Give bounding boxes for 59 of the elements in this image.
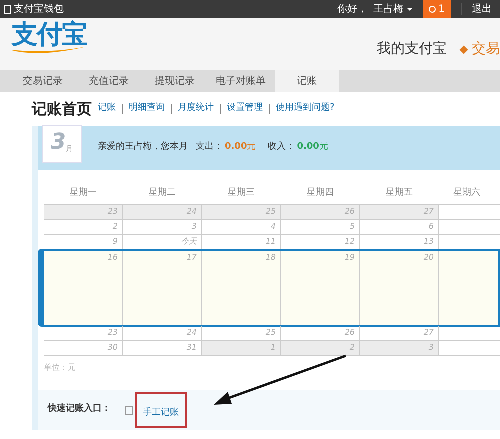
expense-amount: 0.00元 bbox=[225, 141, 256, 154]
nav-link[interactable]: 我的支付宝 bbox=[377, 39, 447, 60]
day-cell[interactable]: 18 bbox=[202, 251, 281, 325]
tab[interactable]: 记账 bbox=[275, 70, 339, 92]
day-cell[interactable]: 6 bbox=[360, 220, 439, 234]
weekday-header: 星期三 bbox=[227, 187, 256, 200]
day-cell[interactable]: 26 bbox=[281, 205, 360, 219]
day-cell[interactable]: 1 bbox=[202, 341, 281, 355]
day-cell[interactable]: 2 bbox=[281, 341, 360, 355]
tab[interactable]: 充值记录 bbox=[77, 70, 141, 92]
manual-entry-link[interactable]: 手工记账 bbox=[143, 408, 179, 418]
day-cell[interactable]: 23 bbox=[44, 205, 123, 219]
page-link[interactable]: 月度统计 bbox=[178, 102, 214, 116]
day-cell[interactable]: 3 bbox=[123, 220, 202, 234]
weekday-header: 星期六 bbox=[452, 187, 482, 200]
day-cell[interactable]: 2 bbox=[44, 220, 123, 234]
day-cell[interactable]: 4 bbox=[202, 220, 281, 234]
day-cell[interactable]: 5 bbox=[281, 220, 360, 234]
app-link[interactable]: 支付宝钱包 bbox=[4, 2, 64, 16]
logout-link[interactable]: 退出 bbox=[472, 2, 492, 16]
unit-note: 单位：元 bbox=[44, 362, 77, 374]
weekday-header: 星期四 bbox=[306, 187, 335, 200]
day-cell[interactable]: 24 bbox=[123, 205, 202, 219]
day-cell[interactable]: 19 bbox=[281, 251, 360, 325]
day-cell[interactable]: 25 bbox=[202, 205, 281, 219]
day-cell[interactable]: 20 bbox=[360, 251, 439, 325]
day-cell[interactable]: 23 bbox=[44, 326, 123, 340]
day-cell[interactable]: 30 bbox=[44, 341, 123, 355]
phone-icon bbox=[4, 4, 11, 14]
day-cell[interactable]: 3 bbox=[360, 341, 439, 355]
quick-entry-label: 快速记账入口： bbox=[48, 403, 111, 416]
expense-label: 支出： bbox=[196, 141, 223, 154]
page-link[interactable]: 使用遇到问题? bbox=[276, 102, 335, 116]
user-menu[interactable]: 王占梅 bbox=[374, 2, 413, 16]
day-cell[interactable]: 27 bbox=[360, 205, 439, 219]
day-cell[interactable]: 24 bbox=[123, 326, 202, 340]
tab[interactable]: 提现记录 bbox=[143, 70, 207, 92]
day-cell[interactable]: 27 bbox=[360, 326, 439, 340]
tab[interactable]: 交易记录 bbox=[11, 70, 75, 92]
day-cell[interactable]: 16 bbox=[44, 251, 123, 325]
caret-icon bbox=[406, 8, 413, 10]
page-link[interactable]: 设置管理 bbox=[227, 102, 263, 116]
tab[interactable]: 电子对账单 bbox=[209, 70, 273, 92]
greeting-text: 亲爱的王占梅，您本月 bbox=[98, 141, 188, 154]
day-cell[interactable]: 17 bbox=[123, 251, 202, 325]
weekday-header: 星期一 bbox=[69, 187, 98, 200]
page-title: 记账首页 bbox=[32, 98, 92, 120]
weekday-header: 星期五 bbox=[385, 187, 414, 200]
logo: 支付宝 bbox=[8, 20, 88, 60]
income-label: 收入： bbox=[268, 141, 296, 154]
weekday-header: 星期二 bbox=[148, 187, 177, 200]
day-cell[interactable]: 26 bbox=[281, 326, 360, 340]
income-amount: 0.00元 bbox=[297, 141, 328, 154]
notification-button[interactable]: 1 bbox=[422, 0, 451, 18]
nav-link[interactable]: 交易 bbox=[461, 39, 500, 60]
greeting-text: 你好， bbox=[338, 2, 368, 16]
page-link[interactable]: 记账 bbox=[98, 102, 116, 116]
day-cell[interactable]: 25 bbox=[202, 326, 281, 340]
page-link[interactable]: 明细查询 bbox=[129, 102, 165, 116]
